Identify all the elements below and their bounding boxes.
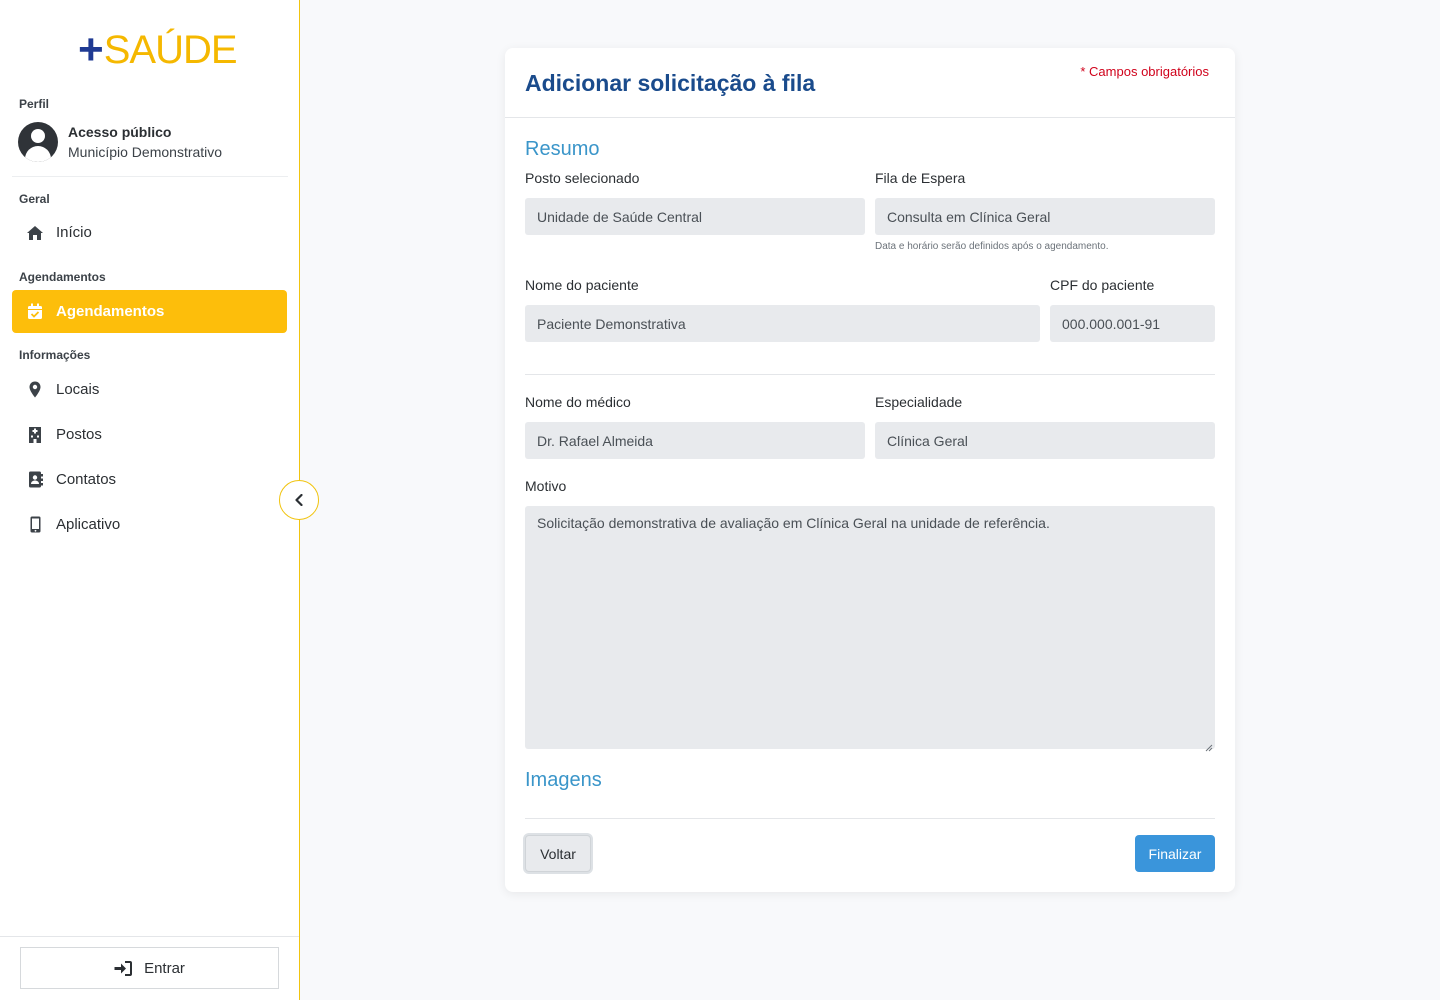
sidebar-item-label: Aplicativo — [56, 516, 121, 533]
reason-text: Solicitação demonstrativa de avaliação e… — [537, 515, 1050, 531]
post-label: Posto selecionado — [525, 170, 640, 186]
sidebar-item-label: Locais — [56, 381, 100, 398]
sidebar-item-postos[interactable]: Postos — [12, 413, 287, 456]
reason-textarea[interactable]: Solicitação demonstrativa de avaliação e… — [525, 506, 1215, 752]
queue-request-form: Adicionar solicitação à fila * Campos ob… — [505, 48, 1235, 892]
user-avatar-icon — [18, 122, 58, 162]
back-button[interactable]: Voltar — [525, 835, 591, 872]
login-label: Entrar — [144, 959, 185, 977]
sign-in-icon — [114, 960, 133, 976]
hospital-building-icon — [26, 426, 44, 444]
sidebar-item-inicio[interactable]: Início — [12, 211, 287, 254]
footer-divider — [525, 818, 1215, 819]
mobile-phone-icon — [26, 516, 44, 534]
patient-name-field[interactable]: Paciente Demonstrativa — [525, 305, 1040, 342]
reason-label: Motivo — [525, 478, 567, 494]
profile-divider — [12, 176, 288, 177]
sidebar-item-agendamentos[interactable]: Agendamentos — [12, 290, 287, 333]
collapse-sidebar-button[interactable] — [279, 480, 319, 520]
queue-label: Fila de Espera — [875, 170, 966, 186]
patient-cpf-field[interactable]: 000.000.001-91 — [1050, 305, 1215, 342]
specialty-label: Especialidade — [875, 394, 963, 410]
chevron-left-icon — [294, 494, 304, 506]
sidebar-item-label: Contatos — [56, 471, 117, 488]
sidebar-item-label: Postos — [56, 426, 102, 443]
section-label-appointments: Agendamentos — [19, 270, 106, 284]
profile-name: Acesso público — [68, 124, 172, 140]
patient-name-label: Nome do paciente — [525, 277, 639, 293]
section-title-images: Imagens — [525, 769, 602, 791]
section-label-profile: Perfil — [19, 97, 50, 111]
home-icon — [26, 224, 44, 242]
section-label-general: Geral — [19, 192, 50, 206]
required-fields-note: * Campos obrigatórios — [1080, 64, 1209, 79]
sidebar-item-aplicativo[interactable]: Aplicativo — [12, 503, 287, 546]
profile-municipality: Município Demonstrativo — [68, 144, 223, 160]
sidebar-footer-divider — [0, 936, 299, 937]
post-field[interactable]: Unidade de Saúde Central — [525, 198, 865, 235]
doctor-name-field[interactable]: Dr. Rafael Almeida — [525, 422, 865, 459]
section-title-summary: Resumo — [525, 138, 600, 160]
address-book-icon — [26, 471, 44, 489]
finish-button[interactable]: Finalizar — [1135, 835, 1215, 872]
section-label-info: Informações — [19, 348, 91, 362]
profile-card[interactable]: Acesso público Município Demonstrativo — [18, 122, 288, 162]
calendar-check-icon — [26, 303, 44, 321]
brand-plus: + — [78, 25, 104, 74]
queue-hint: Data e horário serão definidos após o ag… — [875, 241, 1109, 252]
map-pin-icon — [26, 381, 44, 399]
header-divider — [505, 117, 1235, 118]
queue-field[interactable]: Consulta em Clínica Geral — [875, 198, 1215, 235]
sidebar-item-locais[interactable]: Locais — [12, 368, 287, 411]
page-title: Adicionar solicitação à fila — [525, 70, 816, 96]
doctor-name-label: Nome do médico — [525, 394, 631, 410]
brand-logo[interactable]: + SAÚDE — [78, 25, 238, 74]
resize-grip-icon[interactable] — [1205, 739, 1213, 752]
sidebar-item-label: Início — [56, 224, 92, 241]
sidebar: + SAÚDE Perfil Acesso público Município … — [0, 0, 300, 1000]
login-button[interactable]: Entrar — [20, 947, 279, 989]
patient-cpf-label: CPF do paciente — [1050, 277, 1155, 293]
brand-word: SAÚDE — [103, 27, 238, 72]
specialty-field[interactable]: Clínica Geral — [875, 422, 1215, 459]
sidebar-item-label: Agendamentos — [56, 303, 165, 320]
sidebar-item-contatos[interactable]: Contatos — [12, 458, 287, 501]
section-divider — [525, 374, 1215, 375]
